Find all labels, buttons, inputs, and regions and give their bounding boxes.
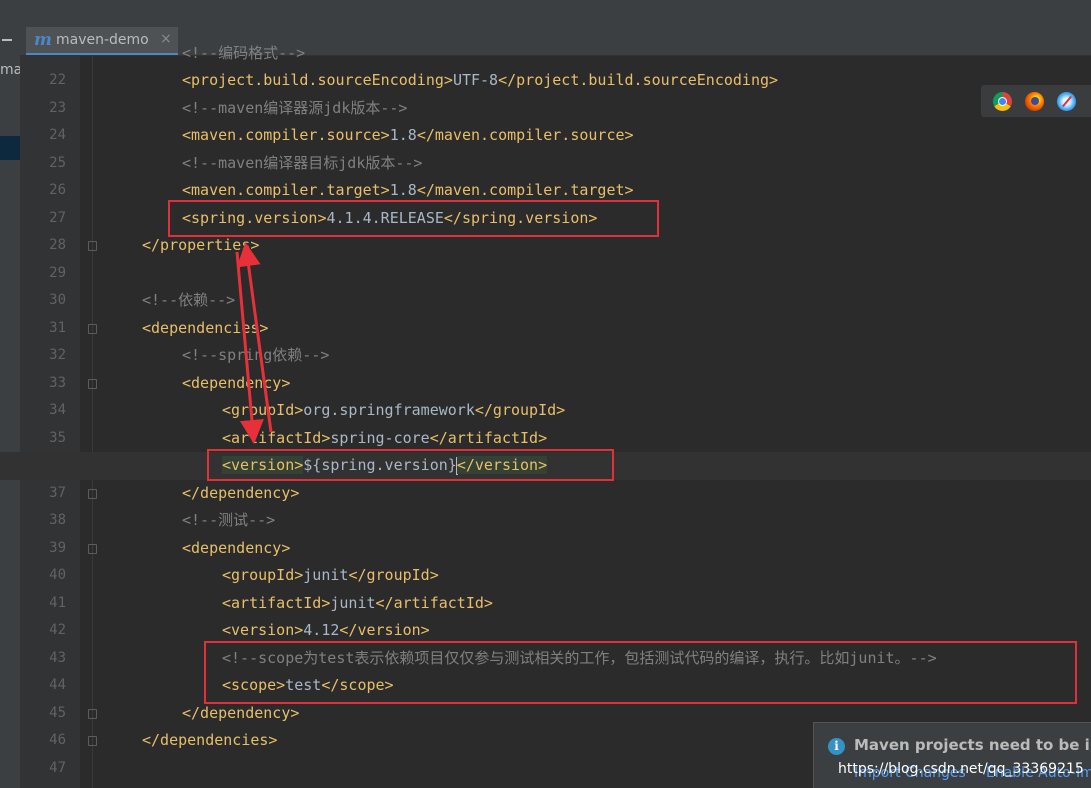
- watermark: https://blog.csdn.net/qq_33369215: [838, 761, 1084, 777]
- fold-marker-icon[interactable]: [88, 708, 97, 719]
- browser-preview-bar: [981, 85, 1091, 117]
- fold-marker-icon[interactable]: [88, 736, 97, 746]
- fold-marker-icon[interactable]: [88, 323, 97, 334]
- info-icon: i: [828, 738, 845, 755]
- safari-icon[interactable]: [1057, 92, 1076, 111]
- maven-notification: i Maven projects need to be impo Import …: [813, 722, 1091, 788]
- annotation-arrows: [235, 242, 273, 444]
- fold-marker-icon[interactable]: [88, 241, 97, 251]
- firefox-icon[interactable]: [1025, 92, 1044, 111]
- fold-marker-icon[interactable]: [88, 488, 97, 499]
- fold-marker-icon[interactable]: [88, 378, 97, 389]
- fold-marker-icon[interactable]: [88, 543, 97, 554]
- notification-title: Maven projects need to be impo: [854, 736, 1091, 754]
- chrome-icon[interactable]: [993, 92, 1012, 111]
